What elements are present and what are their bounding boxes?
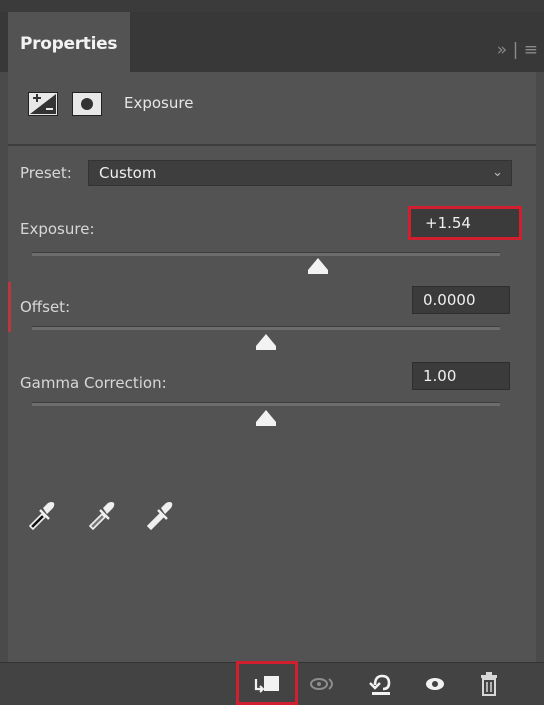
chevron-down-icon: ⌄: [492, 165, 503, 180]
white-point-eyedropper-icon[interactable]: [144, 500, 174, 531]
reset-icon[interactable]: [366, 671, 394, 697]
window-top-strip: [0, 0, 544, 12]
offset-slider-track[interactable]: [32, 326, 500, 330]
preset-label: Preset:: [20, 164, 72, 182]
gamma-correction-label: Gamma Correction:: [20, 374, 167, 392]
exposure-label: Exposure:: [20, 220, 95, 238]
exposure-slider-track[interactable]: [32, 252, 500, 256]
separator: |: [512, 40, 519, 60]
adjustment-header: Exposure: [8, 72, 536, 136]
exposure-adjustment-icon[interactable]: [28, 92, 58, 116]
layer-mask-icon[interactable]: [72, 92, 102, 116]
gamma-slider-thumb[interactable]: [256, 410, 276, 426]
properties-panel: Exposure Preset: Custom ⌄ Exposure: +1.5…: [8, 72, 536, 662]
black-point-eyedropper-icon[interactable]: [26, 500, 56, 531]
highlight-mark: [8, 282, 11, 332]
divider: [8, 144, 536, 146]
bottom-toolbar: [0, 661, 544, 705]
tab-properties[interactable]: Properties: [8, 12, 130, 72]
preset-dropdown[interactable]: Custom ⌄: [88, 160, 512, 186]
gray-point-eyedropper-icon[interactable]: [86, 500, 116, 531]
preset-value: Custom: [99, 164, 157, 182]
exposure-value: +1.54: [425, 214, 471, 232]
offset-value: 0.0000: [423, 291, 476, 309]
adjustment-title: Exposure: [124, 94, 194, 112]
gamma-value-field[interactable]: 1.00: [412, 362, 510, 390]
offset-label: Offset:: [20, 298, 71, 316]
toggle-visibility-icon[interactable]: [420, 671, 448, 697]
exposure-value-field[interactable]: +1.54: [408, 206, 522, 240]
gamma-slider-track[interactable]: [32, 402, 500, 406]
panel-menu-icon[interactable]: ≡: [524, 40, 538, 60]
delete-icon[interactable]: [474, 671, 502, 697]
offset-value-field[interactable]: 0.0000: [412, 286, 510, 314]
collapse-icon[interactable]: »: [497, 40, 507, 60]
view-previous-state-icon[interactable]: [308, 671, 336, 697]
tab-bar: Properties » | ≡: [0, 12, 544, 72]
offset-slider-thumb[interactable]: [256, 334, 276, 350]
gamma-value: 1.00: [423, 367, 457, 385]
tab-properties-label: Properties: [20, 34, 118, 54]
exposure-slider-thumb[interactable]: [308, 258, 328, 274]
clip-to-layer-icon[interactable]: [252, 671, 280, 697]
panel-menu-controls[interactable]: » | ≡: [497, 40, 538, 60]
